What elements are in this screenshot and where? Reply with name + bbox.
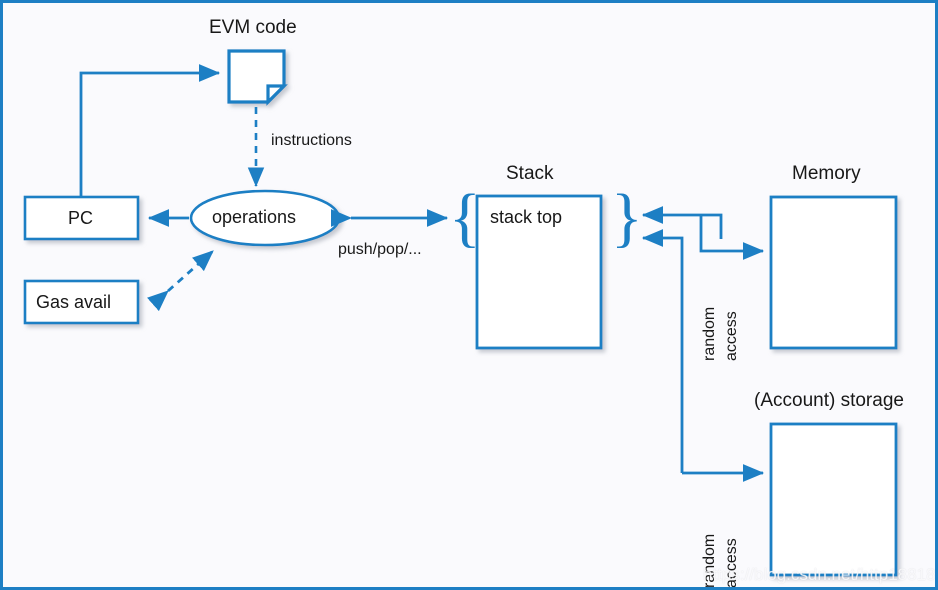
storage-shape[interactable] [769, 422, 898, 577]
edge-stack-to-memory [641, 206, 723, 239]
gas-avail-label: Gas avail [36, 292, 112, 312]
diagram-canvas: { } EVM code instructions PC Gas avail o… [0, 0, 938, 590]
stack-right-brace: } [611, 181, 643, 254]
edge-pc-to-evm-code [79, 64, 221, 197]
diagram-connectors-layer [23, 49, 898, 577]
push-pop-label: push/pop/... [338, 241, 422, 258]
edge-storage-to-stack [641, 229, 684, 473]
operations-label: operations [212, 207, 297, 227]
pc-label: PC [68, 208, 94, 228]
evm-code-shape[interactable] [227, 49, 288, 106]
memory-access-label-access: access [723, 311, 740, 361]
edge-gas-avail-bidir [146, 249, 214, 312]
memory-title: Memory [792, 163, 861, 184]
memory-shape[interactable] [769, 195, 898, 350]
stack-top-label: stack top [490, 207, 563, 227]
instructions-label: instructions [271, 132, 352, 149]
watermark: https://blog.csdn.net/http188188 [703, 565, 938, 584]
storage-title: (Account) storage [754, 390, 904, 411]
edge-memory-inbound [699, 215, 765, 260]
stack-left-brace: { [449, 181, 481, 254]
memory-access-label-random: random [701, 306, 718, 361]
stack-title: Stack [506, 163, 554, 184]
evm-code-label: EVM code [209, 17, 297, 38]
